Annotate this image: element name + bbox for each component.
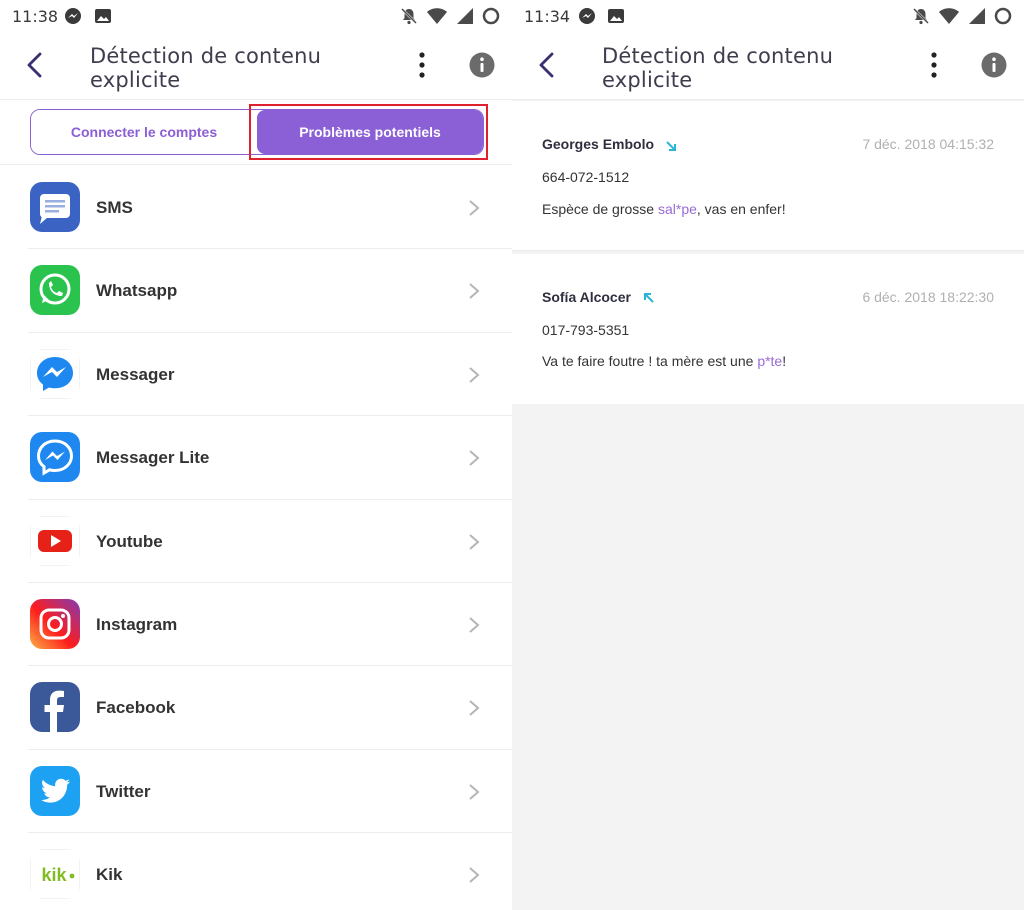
status-right-icons: [912, 6, 1012, 26]
sms-icon: [30, 182, 80, 232]
more-vertical-icon[interactable]: [922, 50, 946, 80]
list-item-kik[interactable]: kik Kik: [28, 833, 512, 910]
message-card[interactable]: Georges Embolo 7 déc. 2018 04:15:32 664-…: [512, 101, 1024, 251]
image-notification-icon: [95, 9, 111, 23]
chevron-right-icon: [469, 783, 480, 800]
message-card[interactable]: Sofía Alcocer 6 déc. 2018 18:22:30 017-7…: [512, 254, 1024, 404]
muted-bell-icon: [913, 8, 929, 25]
right-screen: 11:34 Détection de contenu explicite Geo…: [512, 0, 1024, 910]
list-item-instagram[interactable]: Instagram: [28, 583, 512, 667]
app-name: Youtube: [96, 531, 163, 551]
outgoing-arrow-icon: [644, 293, 654, 303]
list-item-facebook[interactable]: Facebook: [28, 666, 512, 750]
messenger-notification-icon: [579, 8, 595, 24]
app-bar: Détection de contenu explicite: [0, 34, 512, 100]
incoming-arrow-icon: [666, 141, 676, 151]
list-item-messenger[interactable]: Messager: [28, 333, 512, 417]
signal-icon: [457, 8, 473, 24]
youtube-icon: [30, 515, 80, 566]
info-icon[interactable]: [980, 51, 1008, 79]
app-name: Twitter: [96, 781, 151, 801]
message-text-before: Espèce de grosse: [542, 201, 658, 217]
app-name: SMS: [96, 198, 133, 217]
flagged-word: sal*pe: [657, 201, 697, 217]
chevron-right-icon: [469, 617, 480, 633]
page-title: Détection de contenu explicite: [602, 44, 834, 92]
muted-bell-icon: [401, 8, 417, 25]
tab-potential-problems[interactable]: Problèmes potentiels: [257, 110, 483, 154]
left-screen: 11:38 Détection de contenu explicite Con…: [0, 0, 512, 910]
message-text-after: , vas en enfer!: [696, 201, 786, 217]
svg-text:kik: kik: [41, 865, 67, 885]
chevron-right-icon: [469, 200, 480, 216]
messenger-icon: [30, 348, 80, 399]
whatsapp-icon: [30, 265, 80, 316]
app-name: Facebook: [96, 698, 176, 718]
wifi-icon: [427, 8, 447, 24]
message-timestamp: 6 déc. 2018 18:22:30: [862, 289, 994, 305]
message-text: Espèce de grosse sal*pe, vas en enfer!: [542, 201, 786, 217]
wifi-icon: [939, 8, 959, 24]
flagged-word: p*te: [757, 353, 783, 369]
kik-icon: kik: [30, 849, 80, 900]
list-item-twitter[interactable]: Twitter: [28, 750, 512, 834]
list-item-youtube[interactable]: Youtube: [28, 500, 512, 583]
message-timestamp: 7 déc. 2018 04:15:32: [862, 136, 994, 152]
app-name: Kik: [96, 865, 123, 885]
status-bar: 11:34: [512, 0, 1024, 34]
message-sender: Georges Embolo: [542, 136, 655, 152]
back-arrow-icon[interactable]: [22, 50, 48, 80]
chevron-right-icon: [469, 700, 480, 717]
app-name: Instagram: [96, 614, 178, 634]
app-name: Whatsapp: [96, 281, 178, 301]
list-item-whatsapp[interactable]: Whatsapp: [28, 249, 512, 333]
message-sender: Sofía Alcocer: [542, 289, 631, 305]
message-text-before: Va te faire foutre ! ta mère est une: [542, 353, 758, 369]
info-icon[interactable]: [468, 51, 496, 79]
status-time: 11:34: [524, 7, 571, 26]
app-bar: Détection de contenu explicite: [512, 34, 1024, 100]
chevron-right-icon: [469, 533, 480, 550]
more-vertical-icon[interactable]: [410, 50, 434, 80]
segmented-tabs: Connecter le comptes Problèmes potentiel…: [30, 109, 484, 155]
signal-icon: [969, 8, 985, 24]
message-phone: 664-072-1512: [542, 169, 630, 185]
chevron-right-icon: [469, 283, 480, 300]
chevron-right-icon: [469, 367, 480, 383]
message-text-after: !: [782, 353, 787, 369]
message-phone: 017-793-5351: [542, 322, 630, 338]
message-text: Va te faire foutre ! ta mère est une p*t…: [542, 353, 786, 369]
tabs-bar: Connecter le comptes Problèmes potentiel…: [0, 101, 512, 165]
status-bar: 11:38: [0, 0, 512, 34]
messenger-lite-icon: [30, 432, 80, 483]
battery-circle-icon: [994, 7, 1012, 25]
instagram-icon: [30, 598, 80, 649]
facebook-icon: [30, 682, 80, 733]
list-item-sms[interactable]: SMS: [28, 166, 512, 250]
battery-circle-icon: [482, 7, 500, 25]
app-list: SMS Whatsapp Messager Messager Lite Yout…: [0, 166, 512, 910]
status-right-icons: [400, 6, 500, 26]
tab-connect-accounts[interactable]: Connecter le comptes: [31, 110, 257, 154]
status-time: 11:38: [12, 7, 59, 26]
list-item-messenger-lite[interactable]: Messager Lite: [28, 416, 512, 500]
chevron-right-icon: [469, 450, 480, 466]
messenger-notification-icon: [65, 8, 81, 24]
back-arrow-icon[interactable]: [534, 50, 560, 80]
twitter-icon: [30, 765, 80, 816]
page-title: Détection de contenu explicite: [90, 44, 322, 92]
chevron-right-icon: [469, 867, 480, 883]
app-name: Messager Lite: [96, 448, 210, 468]
app-name: Messager: [96, 364, 175, 384]
image-notification-icon: [608, 9, 624, 23]
